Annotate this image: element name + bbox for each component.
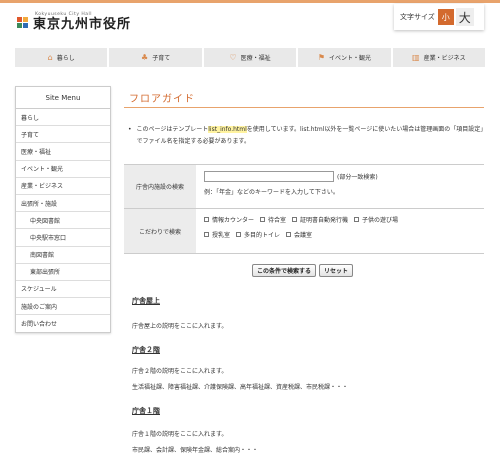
keyword-search-input[interactable]: [204, 171, 334, 182]
notice-text: このページはテンプレートlist_info.htmlを使用しています。list.…: [136, 126, 484, 145]
sidemenu-item[interactable]: 出張所・施設: [16, 195, 110, 213]
sidemenu-subitem[interactable]: 中央図書館: [16, 212, 110, 230]
bullet-icon: •: [128, 126, 132, 133]
gnav-item-event[interactable]: ⚑ イベント・観光: [298, 48, 391, 67]
filter-checkbox[interactable]: 情報カウンター: [204, 215, 254, 224]
gnav-label: 医療・福祉: [240, 55, 271, 62]
sidemenu-subitem[interactable]: 東部出張所: [16, 264, 110, 281]
main-content: フロアガイド • このページはテンプレートlist_info.htmlを使用して…: [124, 88, 484, 454]
keyword-search-example: 例：「年金」などのキーワードを入力して下さい。: [204, 189, 339, 196]
checkbox-icon: [204, 232, 209, 237]
stethoscope-icon: ♡: [229, 53, 237, 62]
section-text: 生活福祉課、障害福祉課、介護保険課、高年福祉課、資産税課、市民税課・・・: [132, 384, 349, 391]
gnav-label: イベント・観光: [329, 55, 372, 62]
site-logo[interactable]: Kokyuuseku City Hall 東京九州市役所: [17, 12, 131, 32]
section-text: 庁舎屋上の説明をここに入れます。: [132, 323, 228, 330]
global-nav: ⌂ 暮らし ♣ 子育て ♡ 医療・福祉 ⚑ イベント・観光 ▥ 産業・ビジネス: [15, 48, 486, 67]
sidemenu-item[interactable]: 子育て: [16, 126, 110, 144]
gnav-item-kosodate[interactable]: ♣ 子育て: [109, 48, 202, 67]
gnav-item-iryo[interactable]: ♡ 医療・福祉: [203, 48, 297, 67]
filter-checkbox[interactable]: 授乳室: [204, 230, 230, 239]
font-size-label: 文字サイズ: [400, 13, 435, 21]
side-menu: Site Menu 暮らし 子育て 医療・福祉 イベント・観光 産業・ビジネス …: [15, 86, 111, 334]
filter-search-label: こだわりで検索: [124, 209, 196, 253]
filter-checkbox[interactable]: 多目的トイレ: [236, 230, 280, 239]
gnav-label: 子育て: [152, 55, 171, 62]
gnav-label: 暮らし: [56, 55, 75, 62]
filter-checkbox[interactable]: 会議室: [286, 230, 312, 239]
section-title[interactable]: 庁舎１階: [132, 406, 160, 416]
keyword-search-label: 庁舎内施設の検索: [124, 165, 196, 208]
building-icon: ▥: [412, 53, 420, 62]
side-menu-title: Site Menu: [16, 87, 110, 109]
section-title[interactable]: 庁舎２階: [132, 345, 160, 355]
sidemenu-item[interactable]: お問い合わせ: [16, 315, 110, 332]
font-size-large-button[interactable]: 大: [455, 8, 474, 26]
gnav-item-kurashi[interactable]: ⌂ 暮らし: [15, 48, 108, 67]
section-text: 庁舎２階の説明をここに入れます。: [132, 368, 228, 375]
search-reset-button[interactable]: リセット: [319, 264, 354, 277]
section-text: 市民課、会計課、保険年金課、総合案内・・・: [132, 447, 259, 454]
search-submit-button[interactable]: この条件で検索する: [252, 264, 317, 277]
keyword-search-hint: (部分一致検索): [337, 174, 378, 181]
checkbox-icon: [204, 217, 209, 222]
filter-checkbox[interactable]: 待合室: [260, 215, 286, 224]
gnav-label: 産業・ビジネス: [423, 55, 466, 62]
filter-checkbox[interactable]: 証明書自動発行機: [292, 215, 348, 224]
top-accent-bar: [0, 0, 500, 3]
logo-mark-icon: [17, 17, 29, 29]
font-size-small-button[interactable]: 小: [437, 9, 454, 25]
section-title[interactable]: 庁舎屋上: [132, 296, 160, 306]
sidemenu-item[interactable]: 暮らし: [16, 109, 110, 127]
checkbox-icon: [236, 232, 242, 237]
font-size-switcher: 文字サイズ 小 大: [394, 4, 484, 30]
sidemenu-subitem[interactable]: 南図書館: [16, 247, 110, 264]
checkbox-icon: [286, 232, 292, 237]
sidemenu-item[interactable]: イベント・観光: [16, 161, 110, 178]
gnav-item-sangyo[interactable]: ▥ 産業・ビジネス: [392, 48, 486, 67]
notice-link[interactable]: list_info.html: [208, 126, 247, 133]
page-title: フロアガイド: [124, 88, 484, 108]
sidemenu-item[interactable]: 施設のご案内: [16, 298, 110, 316]
sidemenu-item[interactable]: 医療・福祉: [16, 143, 110, 161]
section-text: 庁舎１階の説明をここに入れます。: [132, 431, 228, 438]
checkbox-icon: [260, 217, 266, 222]
filter-checkbox[interactable]: 子供の遊び場: [354, 215, 398, 224]
checkbox-icon: [292, 217, 298, 222]
sidemenu-item[interactable]: 産業・ビジネス: [16, 178, 110, 195]
filter-checkboxes: 情報カウンター 待合室 証明書自動発行機 子供の遊び場 授乳室 多目的トイレ 会…: [204, 215, 424, 239]
stroller-icon: ♣: [141, 53, 149, 62]
checkbox-icon: [354, 217, 360, 222]
logo-title: 東京九州市役所: [33, 17, 132, 32]
sidemenu-subitem[interactable]: 中央駅市窓口: [16, 229, 110, 247]
search-form: 庁舎内施設の検索 (部分一致検索) 例：「年金」などのキーワードを入力して下さい…: [124, 164, 484, 254]
flag-icon: ⚑: [317, 53, 325, 62]
search-buttons: この条件で検索する リセット: [252, 264, 354, 277]
sidemenu-item[interactable]: スケジュール: [16, 281, 110, 299]
template-notice: • このページはテンプレートlist_info.htmlを使用しています。lis…: [124, 124, 484, 148]
house-icon: ⌂: [47, 53, 53, 62]
